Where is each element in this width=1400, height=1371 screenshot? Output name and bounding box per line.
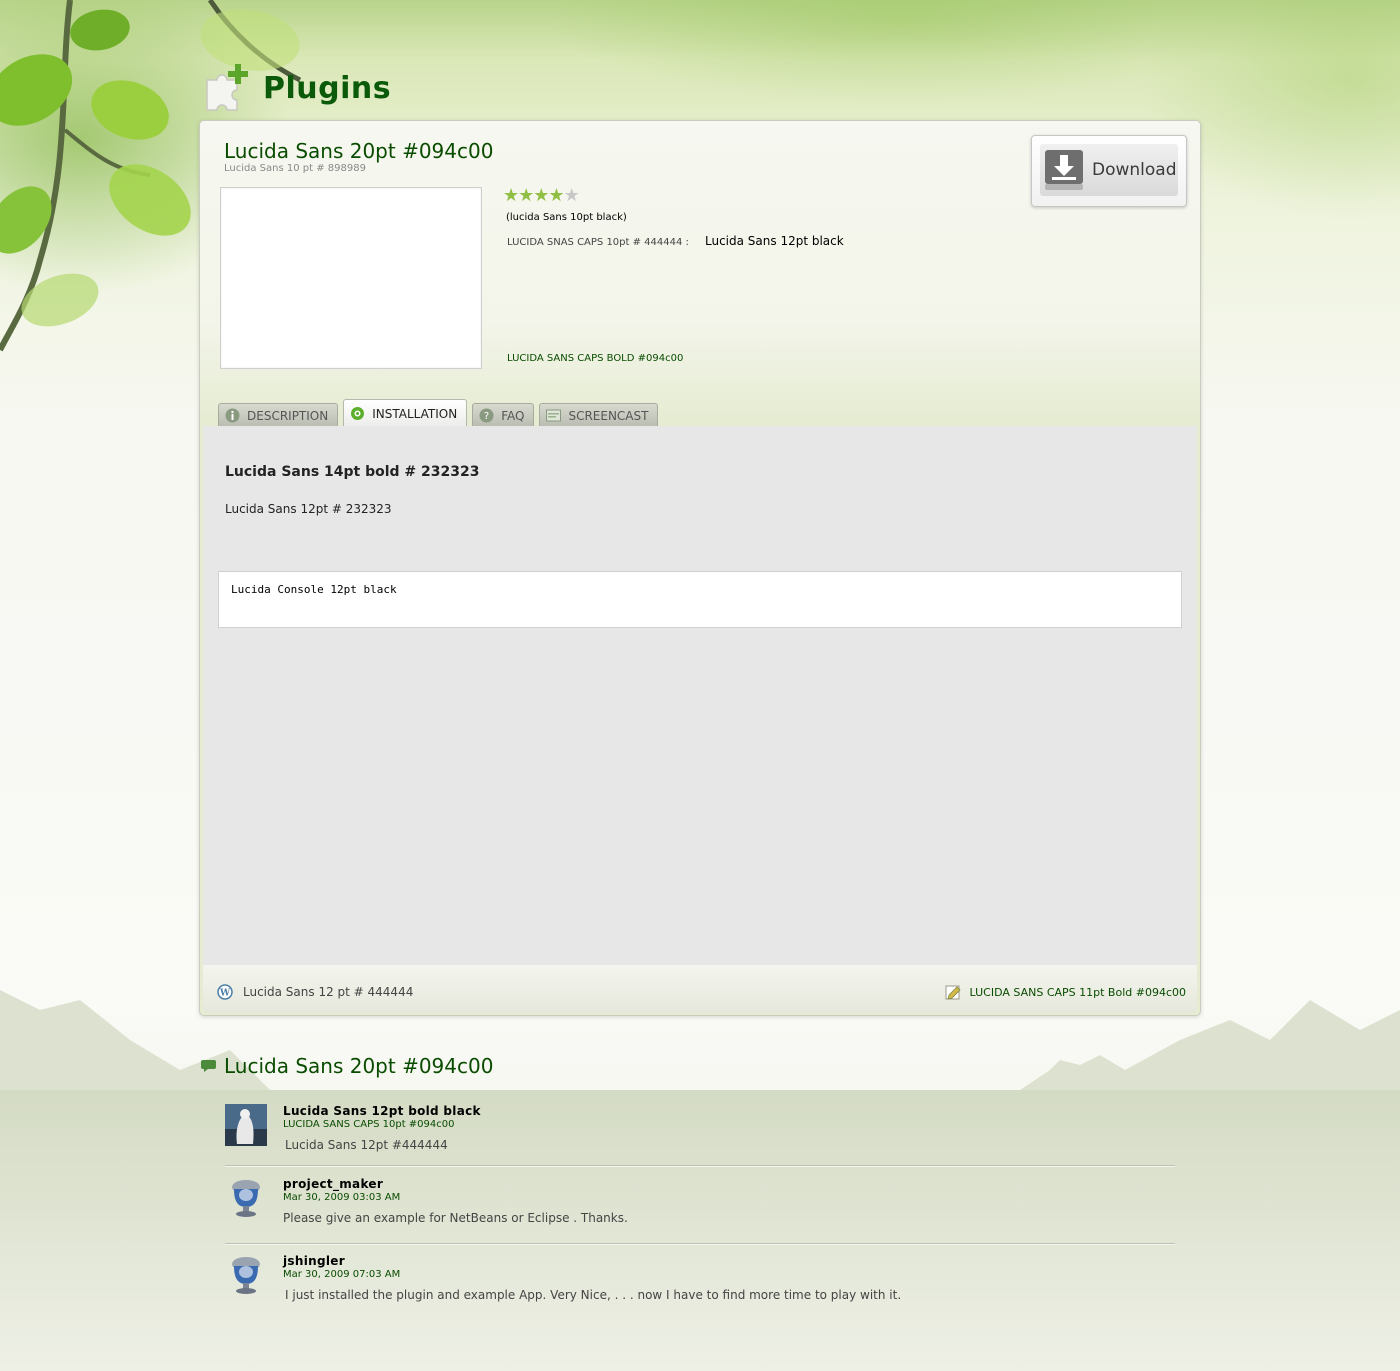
star-icon[interactable]: ★ [548, 187, 564, 205]
avatar [225, 1104, 267, 1146]
tab-bar: DESCRIPTION INSTALLATION ? FAQ SCREENCAS… [218, 399, 663, 427]
comment-item: jshingler Mar 30, 2009 07:03 AM I just i… [225, 1254, 1175, 1314]
plugin-thumbnail [220, 187, 482, 369]
code-block: Lucida Console 12pt black [218, 571, 1182, 628]
page-header: Plugins [203, 62, 391, 114]
comment-text: I just installed the plugin and example … [285, 1288, 902, 1302]
content-heading: Lucida Sans 14pt bold # 232323 [225, 464, 480, 480]
comments-header: Lucida Sans 20pt #094c00 [200, 1054, 493, 1078]
tab-label: INSTALLATION [372, 406, 458, 421]
tab-installation[interactable]: INSTALLATION [343, 399, 468, 427]
comment-item: Lucida Sans 12pt bold black LUCIDA SANS … [225, 1104, 1175, 1167]
edit-note-icon [945, 985, 961, 1000]
star-icon[interactable]: ★ [533, 187, 549, 205]
page-title: Plugins [263, 70, 392, 106]
comment-author: project_maker [283, 1177, 384, 1191]
star-empty-icon[interactable]: ★ [564, 187, 580, 205]
tab-label: DESCRIPTION [247, 408, 329, 423]
question-icon: ? [479, 408, 494, 423]
tab-description[interactable]: DESCRIPTION [218, 403, 339, 427]
comment-text: Lucida Sans 12pt #444444 [285, 1138, 448, 1152]
info-icon [225, 408, 240, 423]
meta-label: LUCIDA SNAS CAPS 10pt # 444444 : [507, 237, 689, 248]
content-text: Lucida Sans 12pt # 232323 [225, 502, 392, 516]
gear-icon [351, 407, 365, 420]
download-label: Download [1092, 160, 1177, 180]
footer-link-group[interactable]: LUCIDA SANS CAPS 11pt Bold #094c00 [945, 984, 1186, 1000]
download-icon [1045, 150, 1083, 190]
rating-note: (lucida Sans 10pt black) [506, 212, 627, 223]
meta-value: Lucida Sans 12pt black [705, 234, 844, 248]
comment-date: Mar 30, 2009 07:03 AM [283, 1269, 401, 1280]
star-icon[interactable]: ★ [503, 187, 519, 205]
meta-link[interactable]: LUCIDA SANS CAPS BOLD #094c00 [507, 353, 683, 364]
footer-author-group: W Lucida Sans 12 pt # 444444 [217, 984, 413, 1000]
screen-icon [546, 409, 562, 422]
svg-text:?: ? [484, 411, 489, 422]
tab-label: FAQ [501, 408, 525, 423]
comment-author: Lucida Sans 12pt bold black [283, 1104, 481, 1118]
comment-item: project_maker Mar 30, 2009 03:03 AM Plea… [225, 1177, 1175, 1245]
comment-date: LUCIDA SANS CAPS 10pt #094c00 [283, 1119, 455, 1130]
download-button-face[interactable]: Download [1040, 144, 1178, 196]
rating-stars[interactable]: ★ ★ ★ ★ ★ [503, 187, 580, 205]
plugin-name: Lucida Sans 20pt #094c00 [224, 139, 494, 163]
plugin-subtitle: Lucida Sans 10 pt # 898989 [224, 163, 366, 174]
panel-footer: W Lucida Sans 12 pt # 444444 LUCIDA SANS… [203, 965, 1197, 1013]
plugin-panel: Lucida Sans 20pt #094c00 Lucida Sans 10 … [199, 120, 1201, 1016]
tab-screencast[interactable]: SCREENCAST [539, 403, 659, 427]
comment-date: Mar 30, 2009 03:03 AM [283, 1192, 401, 1203]
comment-text: Please give an example for NetBeans or E… [283, 1211, 628, 1225]
tab-faq[interactable]: ? FAQ [472, 403, 535, 427]
svg-text:W: W [219, 989, 231, 999]
footer-author[interactable]: Lucida Sans 12 pt # 444444 [243, 985, 413, 999]
avatar [232, 1257, 260, 1294]
star-icon[interactable]: ★ [518, 187, 534, 205]
comment-divider [225, 1243, 1175, 1245]
tab-label: SCREENCAST [568, 408, 649, 423]
tab-content: Lucida Sans 14pt bold # 232323 Lucida Sa… [203, 426, 1197, 965]
puzzle-plus-icon [206, 64, 248, 111]
comment-bubble-icon [201, 1060, 216, 1072]
download-button[interactable]: Download [1031, 135, 1187, 207]
avatar [232, 1180, 260, 1217]
comments-title: Lucida Sans 20pt #094c00 [224, 1054, 494, 1078]
comment-divider [225, 1165, 1175, 1167]
wordpress-icon: W [217, 984, 233, 1000]
comment-author: jshingler [283, 1254, 345, 1268]
footer-link[interactable]: LUCIDA SANS CAPS 11pt Bold #094c00 [970, 986, 1186, 999]
